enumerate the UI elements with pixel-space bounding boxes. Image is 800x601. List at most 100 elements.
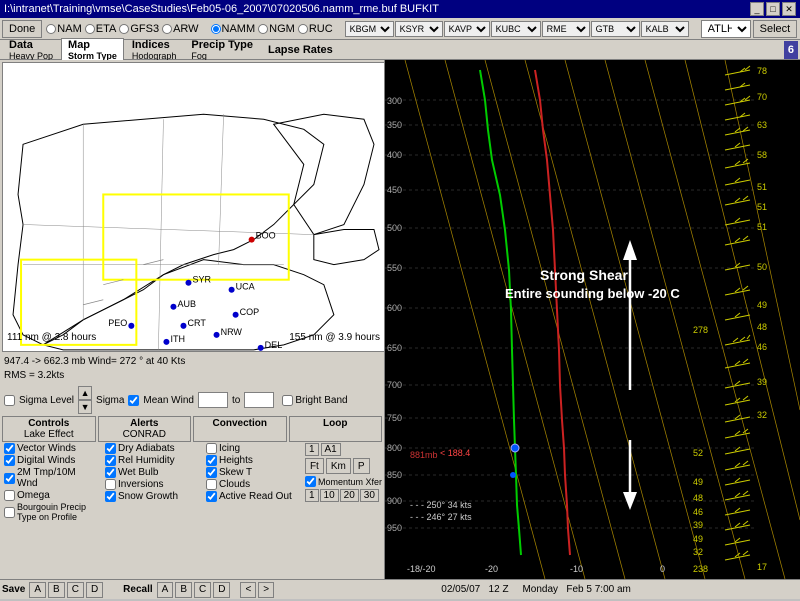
momentum-label[interactable]: Momentum Xfer	[318, 477, 382, 487]
svg-text:900: 900	[387, 496, 402, 506]
heights-cb[interactable]	[206, 455, 217, 466]
namm-radio[interactable]	[211, 24, 221, 34]
ngm-radio[interactable]	[258, 24, 268, 34]
station-dropdown-7[interactable]: KALBKPOU	[641, 21, 689, 37]
save-d-btn[interactable]: D	[86, 582, 103, 598]
tab-indices[interactable]: Indices Hodograph	[125, 38, 184, 62]
sigma-level-label: Sigma Level	[19, 395, 74, 406]
ngm-radio-label[interactable]: NGM	[258, 23, 295, 35]
recall-b-btn[interactable]: B	[175, 582, 192, 598]
namm-radio-label[interactable]: NAMM	[211, 23, 256, 35]
gfs3-radio[interactable]	[119, 24, 129, 34]
sigma-from-input[interactable]: 3	[198, 392, 228, 408]
2m-tmp-label[interactable]: 2M Tmp/10M Wnd	[17, 467, 99, 489]
arw-radio[interactable]	[162, 24, 172, 34]
eta-radio-label[interactable]: ETA	[85, 23, 117, 35]
sigma-level-checkbox[interactable]	[4, 395, 15, 406]
check-dry-adiabats: Dry Adiabats	[103, 443, 202, 454]
time-str: 12 Z	[489, 584, 509, 595]
controls-group: Controls Lake Effect	[2, 416, 96, 442]
km-button[interactable]: Km	[326, 458, 351, 474]
select-button[interactable]: Select	[753, 20, 798, 38]
inversions-label[interactable]: Inversions	[118, 479, 164, 490]
gfs3-radio-label[interactable]: GFS3	[119, 23, 159, 35]
sigma-down-btn[interactable]: ▼	[78, 400, 92, 414]
bright-band-checkbox[interactable]	[282, 395, 293, 406]
clouds-cb[interactable]	[206, 479, 217, 490]
station-dropdown-4[interactable]: KUBCWHIKMMU	[491, 21, 541, 37]
heights-label[interactable]: Heights	[219, 455, 253, 466]
omega-label[interactable]: Omega	[17, 490, 50, 501]
nam-radio-label[interactable]: NAM	[46, 23, 81, 35]
vector-winds-cb[interactable]	[4, 443, 15, 454]
svg-text:450: 450	[387, 185, 402, 195]
rel-humidity-cb[interactable]	[105, 455, 116, 466]
close-btn[interactable]: ✕	[782, 2, 796, 16]
2m-tmp-cb[interactable]	[4, 473, 15, 484]
snow-growth-label[interactable]: Snow Growth	[118, 491, 178, 502]
recall-a-btn[interactable]: A	[157, 582, 174, 598]
ft-button[interactable]: Ft	[305, 458, 324, 474]
eta-radio[interactable]	[85, 24, 95, 34]
ruc-radio[interactable]	[298, 24, 308, 34]
station-dropdown-3[interactable]: KAVPKIPT	[444, 21, 490, 37]
active-readout-label[interactable]: Active Read Out	[219, 491, 292, 502]
mean-wind-checkbox[interactable]	[128, 395, 139, 406]
station-combo[interactable]: ATLH	[701, 20, 751, 38]
sigma-up-btn[interactable]: ▲	[78, 386, 92, 400]
skew-t-cb[interactable]	[206, 467, 217, 478]
tab-precip[interactable]: Precip Type Fog	[184, 38, 260, 62]
station-dropdown-5[interactable]: RMEKSWF	[542, 21, 590, 37]
sigma-to-text: to	[232, 395, 240, 406]
check-heights: Heights	[204, 455, 303, 466]
tab-data[interactable]: Data Heavy Pop	[2, 38, 60, 62]
p-button[interactable]: P	[353, 458, 370, 474]
prev-arrow-btn[interactable]: <	[240, 582, 256, 598]
right-panel[interactable]: 300 350 400 450 500 550 600 650 700 750 …	[385, 60, 800, 579]
dry-adiabats-label[interactable]: Dry Adiabats	[118, 443, 175, 454]
minimize-btn[interactable]: _	[750, 2, 764, 16]
save-c-btn[interactable]: C	[67, 582, 84, 598]
active-readout-cb[interactable]	[206, 491, 217, 502]
digital-winds-label[interactable]: Digital Winds	[17, 455, 75, 466]
done-button[interactable]: Done	[2, 20, 42, 38]
station-uca-label: UCA	[236, 282, 255, 292]
wet-bulb-label[interactable]: Wet Bulb	[118, 467, 158, 478]
momentum-cb[interactable]	[305, 476, 316, 487]
save-b-btn[interactable]: B	[48, 582, 65, 598]
tab-map[interactable]: Map Storm Type	[61, 38, 124, 62]
station-dropdown-2[interactable]: KSYRKUCA	[395, 21, 443, 37]
arw-radio-label[interactable]: ARW	[162, 23, 198, 35]
recall-c-btn[interactable]: C	[194, 582, 211, 598]
bright-band-label[interactable]: Bright Band	[282, 395, 347, 406]
station-dropdown-6[interactable]: GTBKROCKBUF	[591, 21, 640, 37]
svg-text:48: 48	[693, 493, 703, 503]
nam-radio[interactable]	[46, 24, 56, 34]
tab-lapse[interactable]: Lapse Rates	[261, 43, 340, 57]
dry-adiabats-cb[interactable]	[105, 443, 116, 454]
digital-winds-cb[interactable]	[4, 455, 15, 466]
svg-text:300: 300	[387, 96, 402, 106]
skew-t-label[interactable]: Skew T	[219, 467, 252, 478]
clouds-label[interactable]: Clouds	[219, 479, 250, 490]
sigma-to-input[interactable]: 31	[244, 392, 274, 408]
next-arrow-btn[interactable]: >	[258, 582, 274, 598]
map-area[interactable]: BOO SYR UCA AUB PEO CRT ITH NRW COP EL	[2, 62, 385, 352]
omega-cb[interactable]	[4, 490, 15, 501]
info-bar: 947.4 -> 662.3 mb Wind= 272 ° at 40 Kts …	[0, 354, 384, 384]
inversions-cb[interactable]	[105, 479, 116, 490]
wet-bulb-cb[interactable]	[105, 467, 116, 478]
maximize-btn[interactable]: □	[766, 2, 780, 16]
icing-cb[interactable]	[206, 443, 217, 454]
check-snow-growth: Snow Growth	[103, 491, 202, 502]
save-a-btn[interactable]: A	[29, 582, 46, 598]
rel-humidity-label[interactable]: Rel Humidity	[118, 455, 175, 466]
ruc-radio-label[interactable]: RUC	[298, 23, 333, 35]
recall-d-btn[interactable]: D	[213, 582, 230, 598]
station-dropdown-1[interactable]: KBGMKELMKITH	[345, 21, 394, 37]
bourgouin-label[interactable]: Bourgouin Precip Type on Profile	[17, 502, 99, 522]
vector-winds-label[interactable]: Vector Winds	[17, 443, 76, 454]
bourgouin-cb[interactable]	[4, 507, 15, 518]
icing-label[interactable]: Icing	[219, 443, 240, 454]
snow-growth-cb[interactable]	[105, 491, 116, 502]
